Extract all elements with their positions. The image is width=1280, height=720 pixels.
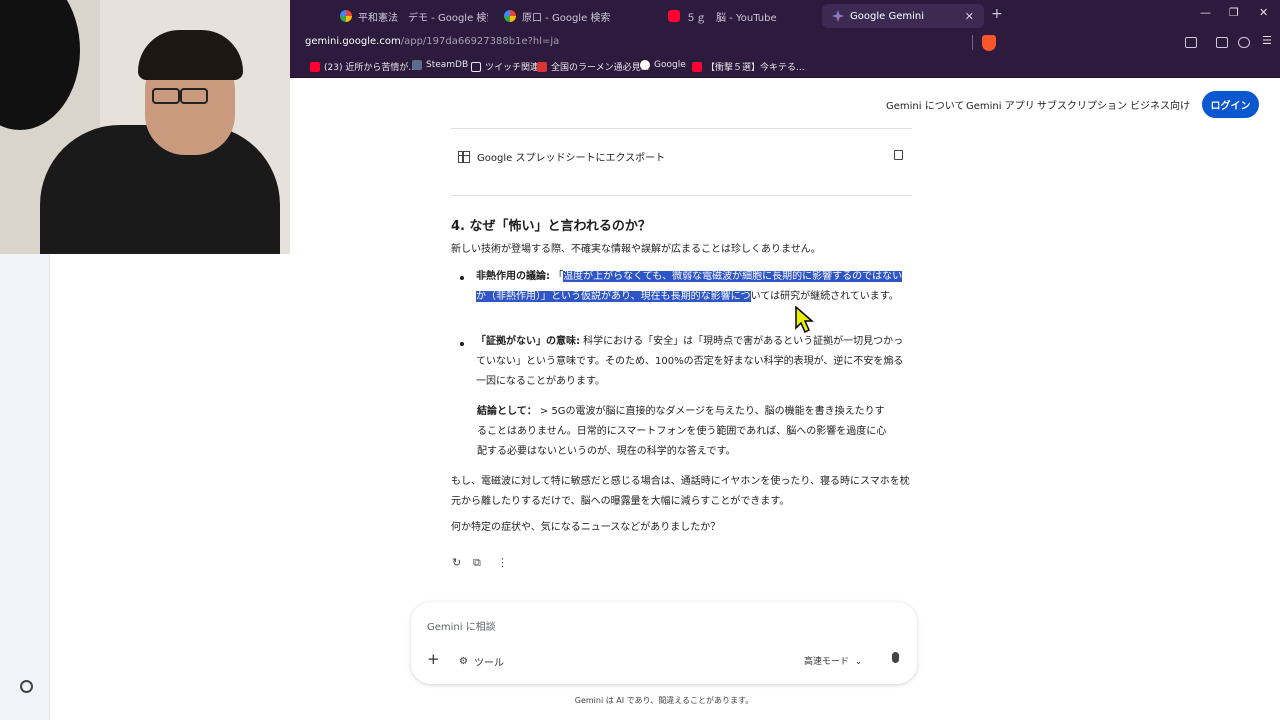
bullet-no-evidence: 「証拠がない」の意味: 科学における「安全」は「現時点で害があるという証拠が一切… xyxy=(476,332,910,392)
url-field[interactable]: gemini.google.com/app/197da66927388b1e?h… xyxy=(305,36,559,47)
maximize-icon[interactable]: ❐ xyxy=(1229,6,1239,19)
tab-title: ５ｇ 脳 - YouTube xyxy=(686,12,777,24)
advice-paragraph: もし、電磁波に対して特に敏感だと感じる場合は、通話時にイヤホンを使ったり、寝る時… xyxy=(451,476,910,507)
tab-title: 原口 - Google 検索 xyxy=(522,12,611,24)
bullet-quote-open: 「 xyxy=(553,271,564,282)
bookmark-label: 【衝撃５選】今キテる... xyxy=(706,63,805,73)
steamdb-icon xyxy=(412,60,422,70)
tab-search-2[interactable]: 原口 - Google 検索 xyxy=(494,4,652,28)
prompt-composer: Gemini に相談 + ⚙ ツール 高速モード ⌄ xyxy=(411,602,917,684)
youtube-icon xyxy=(310,61,320,72)
bullet-text: いては研究が継続されています。 xyxy=(750,291,899,302)
screenshot-icon[interactable] xyxy=(1185,37,1197,48)
tab-search-1[interactable]: 平和憲法 デモ - Google 検索 xyxy=(330,4,488,28)
bullet-dot xyxy=(460,342,464,346)
bookmark-label: ツイッチ関連 xyxy=(485,63,540,73)
bullet-non-thermal: 非熱作用の議論: 「温度が上がらなくても、微弱な電磁波が細胞に長期的に影響するの… xyxy=(476,267,910,307)
regenerate-icon[interactable]: ↻ xyxy=(452,556,461,569)
glasses-right xyxy=(180,88,208,104)
youtube-icon xyxy=(668,10,680,22)
close-window-icon[interactable]: ✕ xyxy=(1259,6,1268,19)
youtube-icon xyxy=(692,61,702,72)
tab-gemini[interactable]: Google Gemini ✕ xyxy=(822,4,984,28)
google-icon xyxy=(504,10,516,22)
section-heading: 4. なぜ「怖い」と言われるのか？ xyxy=(451,219,651,234)
bookmark-label: (23) 近所から苦情が... xyxy=(324,63,417,73)
bullet-title: 非熱作用の議論: xyxy=(476,271,550,282)
gemini-icon xyxy=(832,10,844,22)
export-to-sheets-button[interactable]: Google スプレッドシートにエクスポート xyxy=(458,149,665,164)
login-button[interactable]: ログイン xyxy=(1202,91,1259,118)
ramen-site-icon xyxy=(537,61,547,72)
new-tab-icon[interactable]: + xyxy=(991,6,1003,22)
wallet-icon[interactable] xyxy=(1238,37,1250,48)
tab-youtube[interactable]: ５ｇ 脳 - YouTube xyxy=(658,4,816,28)
tools-icon: ⚙ xyxy=(459,656,468,667)
divider xyxy=(451,195,912,196)
google-icon xyxy=(640,60,650,70)
menu-icon[interactable]: ☰ xyxy=(1262,34,1272,47)
disclaimer: Gemini は AI であり、間違えることがあります。 xyxy=(574,696,754,705)
glasses-left xyxy=(152,88,180,104)
sidebar-icon[interactable] xyxy=(1216,37,1228,48)
brave-shields-icon[interactable] xyxy=(982,35,996,51)
google-icon xyxy=(340,10,352,22)
bookmark-label: SteamDB xyxy=(426,60,469,70)
prompt-input[interactable]: Gemini に相談 xyxy=(427,618,496,633)
bullet-dot xyxy=(460,276,464,280)
conclusion-text: > 5Gの電波が脳に直接的なダメージを与えたり、脳の機能を書き換えたりすることは… xyxy=(477,406,887,457)
minimize-icon[interactable]: — xyxy=(1200,6,1211,19)
nav-apps[interactable]: Gemini アプリ xyxy=(966,97,1035,112)
settings-icon[interactable] xyxy=(20,680,33,693)
copy-table-icon[interactable] xyxy=(894,150,903,160)
copy-icon[interactable]: ⧉ xyxy=(473,556,481,570)
bookmark-google[interactable]: Google xyxy=(640,60,686,70)
close-tab-icon[interactable]: ✕ xyxy=(965,10,974,23)
add-icon[interactable]: + xyxy=(427,650,440,668)
mouse-cursor-icon xyxy=(795,306,814,334)
question-paragraph: 何か特定の症状や、気になるニュースなどがありましたか？ xyxy=(451,522,721,533)
mode-selector[interactable]: 高速モード ⌄ xyxy=(804,654,862,667)
url-host: gemini.google.com xyxy=(305,36,401,47)
nav-about[interactable]: Gemini について xyxy=(886,97,964,112)
nav-business[interactable]: ビジネス向け xyxy=(1130,97,1190,112)
nav-subscriptions[interactable]: サブスクリプション xyxy=(1037,97,1127,112)
export-label: Google スプレッドシートにエクスポート xyxy=(477,153,666,164)
lamp-shape xyxy=(0,0,80,130)
bookmark-folder-twitch[interactable]: ツイッチ関連 xyxy=(471,60,539,73)
bookmark-label: 全国のラーメン通必見... xyxy=(551,63,650,73)
table-icon xyxy=(458,150,470,163)
url-path: /app/197da66927388b1e?hl=ja xyxy=(400,36,560,47)
bookmark-label: Google xyxy=(654,60,686,70)
intro-paragraph: 新しい技術が登場する際、不確実な情報や誤解が広まることは珍しくありません。 xyxy=(451,244,821,255)
bullet-title: 「証拠がない」の意味: xyxy=(476,336,580,347)
bookmark-ramen[interactable]: 全国のラーメン通必見... xyxy=(537,60,649,73)
microphone-icon[interactable] xyxy=(892,652,899,663)
bookmark-steamdb[interactable]: SteamDB xyxy=(412,60,468,70)
conclusion-quote: 結論として： > 5Gの電波が脳に直接的なダメージを与えたり、脳の機能を書き換え… xyxy=(477,402,887,462)
divider xyxy=(451,128,912,129)
chevron-down-icon: ⌄ xyxy=(851,657,863,667)
tools-label: ツール xyxy=(473,658,504,669)
tab-title: Google Gemini xyxy=(850,10,924,22)
bookmark-youtube[interactable]: (23) 近所から苦情が... xyxy=(310,60,417,73)
folder-icon xyxy=(471,61,481,72)
webcam-overlay xyxy=(0,0,290,254)
bookmark-youtube-2[interactable]: 【衝撃５選】今キテる... xyxy=(692,60,805,73)
more-options-icon[interactable]: ⋮ xyxy=(497,556,508,569)
tab-title: 平和憲法 デモ - Google 検索 xyxy=(358,12,488,24)
mode-label: 高速モード xyxy=(804,657,850,667)
tools-button[interactable]: ⚙ ツール xyxy=(459,654,504,669)
conclusion-title: 結論として： xyxy=(477,406,537,417)
divider xyxy=(972,35,973,50)
